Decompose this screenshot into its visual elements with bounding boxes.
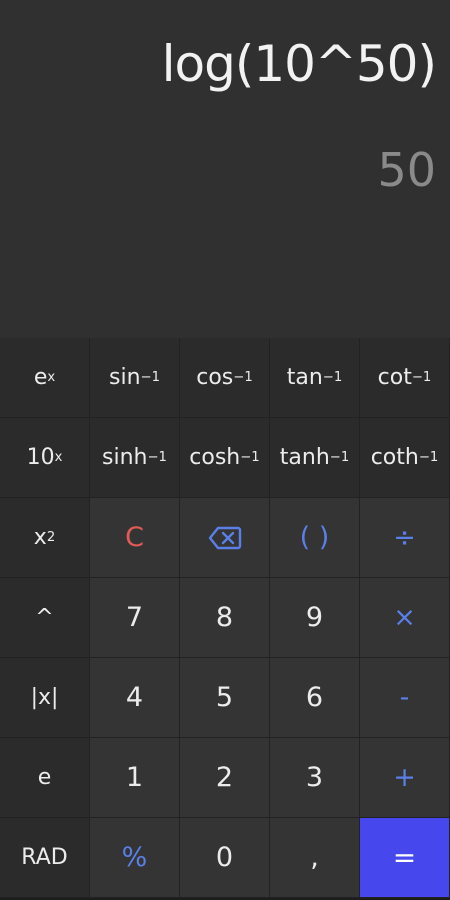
subtract-button[interactable]: - [360, 658, 450, 738]
arctan-button[interactable]: tan −1 [270, 338, 360, 418]
decimal-separator-button[interactable]: , [270, 818, 360, 898]
digit-5-button[interactable]: 5 [180, 658, 270, 738]
digit-7-button[interactable]: 7 [90, 578, 180, 658]
backspace-icon [208, 526, 242, 550]
digit-4-button[interactable]: 4 [90, 658, 180, 738]
expression-text[interactable]: log(10^50) [162, 34, 437, 94]
square-button[interactable]: x2 [0, 498, 90, 578]
digit-2-button[interactable]: 2 [180, 738, 270, 818]
euler-button[interactable]: e [0, 738, 90, 818]
parentheses-button[interactable]: ( ) [270, 498, 360, 578]
percent-button[interactable]: % [90, 818, 180, 898]
arctanh-button[interactable]: tanh −1 [270, 418, 360, 498]
result-preview: 50 [377, 143, 436, 197]
arccoth-button[interactable]: coth −1 [360, 418, 450, 498]
arcsinh-button[interactable]: sinh −1 [90, 418, 180, 498]
add-button[interactable]: + [360, 738, 450, 818]
digit-1-button[interactable]: 1 [90, 738, 180, 818]
digit-6-button[interactable]: 6 [270, 658, 360, 738]
digit-8-button[interactable]: 8 [180, 578, 270, 658]
arccos-button[interactable]: cos −1 [180, 338, 270, 418]
arccot-button[interactable]: cot −1 [360, 338, 450, 418]
multiply-button[interactable]: × [360, 578, 450, 658]
digit-0-button[interactable]: 0 [180, 818, 270, 898]
power-button[interactable]: ^ [0, 578, 90, 658]
divide-button[interactable]: ÷ [360, 498, 450, 578]
arcsin-button[interactable]: sin −1 [90, 338, 180, 418]
exp-button[interactable]: ex [0, 338, 90, 418]
angle-mode-button[interactable]: RAD [0, 818, 90, 898]
clear-button[interactable]: C [90, 498, 180, 578]
digit-9-button[interactable]: 9 [270, 578, 360, 658]
equals-button[interactable]: = [360, 818, 450, 898]
arccosh-button[interactable]: cosh −1 [180, 418, 270, 498]
display-area: log(10^50) 50 [0, 0, 450, 338]
ten-power-button[interactable]: 10 x [0, 418, 90, 498]
keypad: ex sin −1 cos −1 tan −1 cot −1 10 x sinh −1 co… [0, 338, 450, 898]
absolute-value-button[interactable]: |x| [0, 658, 90, 738]
backspace-button[interactable] [180, 498, 270, 578]
digit-3-button[interactable]: 3 [270, 738, 360, 818]
